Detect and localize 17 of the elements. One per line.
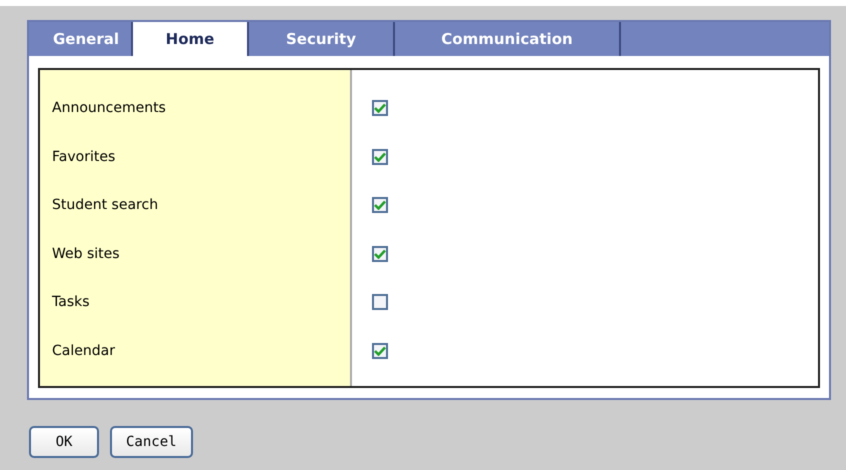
setting-label: Calendar [52,342,115,359]
dialog-button[interactable]: Cancel [110,426,193,458]
tab[interactable]: Home [133,22,249,56]
setting-label: Announcements [52,100,166,116]
setting-label: Tasks [52,294,90,310]
checkbox[interactable] [372,148,388,165]
setting-label: Favorites [52,148,116,165]
setting-label: Web sites [52,246,120,262]
checkbox[interactable] [372,342,388,359]
tab[interactable]: Security [249,22,395,56]
checkbox[interactable] [372,100,388,116]
tab[interactable]: Communication [395,22,621,56]
checkbox[interactable] [372,246,388,262]
checkbox[interactable] [372,197,388,214]
checkbox[interactable] [372,294,388,310]
dialog-button[interactable]: OK [29,426,99,458]
setting-label: Student search [52,197,158,214]
